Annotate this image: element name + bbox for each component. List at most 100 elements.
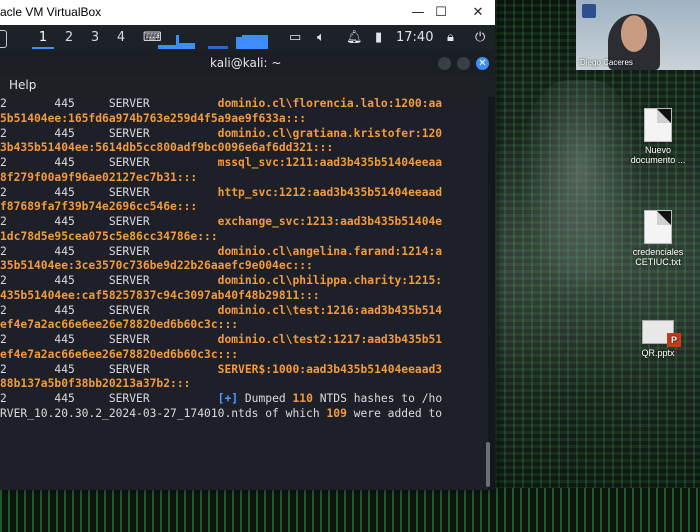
terminal-line: 35b51404ee:3ce3570c736be9d22b26aaefc9e00… (0, 259, 313, 273)
close-button[interactable]: ✕ (455, 0, 501, 25)
volume-icon[interactable]: 🔈︎ (317, 30, 325, 45)
terminal-line: ef4e7a2ac66e6ee26e78820ed6b60c3c::: (0, 348, 238, 362)
terminal-line: 2 445 SERVER dominio.cl\test:1216:aad3b4… (0, 304, 442, 318)
desktop-icon-label: credenciales CETIUC.txt (632, 247, 684, 267)
workspace-3[interactable]: 3 (84, 29, 106, 47)
dump-text: RVER_10.20.30.2_2024-03-27_174010.ntds o… (0, 406, 327, 420)
workspace-1[interactable]: 1 (32, 29, 54, 49)
terminal-titlebar[interactable]: kali@kali: ~ ✕ (0, 51, 495, 75)
dump-text: NTDS hashes to /ho (312, 392, 443, 405)
hash-text: f87689fa7f39b74e2696cc546e::: (0, 200, 198, 214)
text-document-icon (644, 108, 672, 142)
hash-text: http_svc:1212:aad3b435b51404eeaad (217, 185, 443, 199)
terminal-line: 2 445 SERVER dominio.cl\florencia.lalo:1… (0, 97, 442, 111)
terminal-line: 435b51404ee:caf58257837c94c3097ab40f48b2… (0, 289, 320, 303)
terminal-line: 8f279f00a9f96ae02127ec7b31::: (0, 171, 197, 185)
terminal-line: 2 445 SERVER mssql_svc:1211:aad3b435b514… (0, 156, 442, 170)
terminal-line: 2 445 SERVER dominio.cl\test2:1217:aad3b… (0, 333, 442, 347)
terminal-line: 2 445 SERVER SERVER$:1000:aad3b435b51404… (0, 363, 442, 377)
terminal-line: 3b435b51404ee:5614db5cc800adf9bc0096e6af… (0, 141, 333, 155)
matrix-wallpaper-bottom (0, 488, 700, 532)
added-count: 109 (326, 406, 347, 420)
hash-text: ef4e7a2ac66e6ee26e78820ed6b60c3c::: (0, 318, 239, 332)
webcam-feed: Diego Caceres (576, 0, 700, 70)
menu-help[interactable]: Help (9, 78, 36, 92)
desktop-icon-qr-pptx[interactable]: P QR.pptx (623, 320, 693, 358)
terminal-line: 2 445 SERVER exchange_svc:1213:aad3b435b… (0, 215, 442, 229)
terminal-line: 5b51404ee:165fd6a974b763e259d4f5a9ae9f63… (0, 112, 306, 126)
clock[interactable]: 17:40 (396, 30, 433, 45)
hash-text: dominio.cl\test:1216:aad3b435b514 (217, 303, 443, 317)
desktop-icon-credenciales[interactable]: credenciales CETIUC.txt (623, 210, 693, 267)
terminal-maximize-button[interactable] (457, 57, 470, 70)
terminal-line: f87689fa7f39b74e2696cc546e::: (0, 200, 197, 214)
hash-text: dominio.cl\angelina.farand:1214:a (217, 244, 443, 258)
dump-prefix: 2 445 SERVER (0, 392, 218, 405)
hash-text: dominio.cl\florencia.lalo:1200:aa (217, 97, 443, 110)
dump-count: 110 (292, 392, 313, 405)
power-icon[interactable]: ⏻ (475, 30, 485, 45)
powerpoint-file-icon: P (642, 320, 681, 347)
text-document-icon (644, 210, 672, 244)
terminal-line-prefix: 2 445 SERVER (0, 362, 218, 376)
terminal-line-prefix: 2 445 SERVER (0, 185, 218, 199)
university-logo-icon (582, 4, 596, 18)
hash-text: dominio.cl\test2:1217:aad3b435b51 (217, 333, 443, 346)
hash-text: 5b51404ee:165fd6a974b763e259d4f5a9ae9f63… (0, 111, 307, 125)
hash-text: ef4e7a2ac66e6ee26e78820ed6b60c3c::: (0, 347, 239, 361)
terminal-line-prefix: 2 445 SERVER (0, 244, 218, 258)
terminal-line-prefix: 2 445 SERVER (0, 333, 218, 346)
dump-text: were added to (346, 406, 443, 420)
workspace-2[interactable]: 2 (58, 29, 80, 47)
terminal-line: 1dc78d5e95cea075c5e86cc34786e::: (0, 230, 218, 244)
terminal-line-prefix: 2 445 SERVER (0, 274, 218, 287)
hand-silhouette (520, 80, 640, 300)
terminal-scrollbar[interactable] (486, 442, 490, 487)
monitor-icon[interactable]: ▭ (289, 30, 301, 45)
desktop-icon-label: Nuevo documento ... (630, 145, 686, 165)
hash-text: 88b137a5b0f38bb20213a37b2::: (0, 377, 191, 391)
terminal-close-button[interactable]: ✕ (476, 57, 489, 70)
hash-text: 3b435b51404ee:5614db5cc800adf9bc0096e6af… (0, 141, 334, 155)
window-title: acle VM VirtualBox (0, 5, 102, 19)
desktop-icon-label: QR.pptx (641, 348, 675, 358)
terminal-line: ef4e7a2ac66e6ee26e78820ed6b60c3c::: (0, 318, 238, 332)
hash-text: dominio.cl\gratiana.kristofer:120 (217, 126, 443, 140)
hash-text: 1dc78d5e95cea075c5e86cc34786e::: (0, 229, 218, 243)
hash-text: 8f279f00a9f96ae02127ec7b31::: (0, 170, 198, 184)
dump-summary-line-2: RVER_10.20.30.2_2024-03-27_174010.ntds o… (0, 407, 442, 421)
terminal-line: 2 445 SERVER http_svc:1212:aad3b435b5140… (0, 186, 442, 200)
terminal-line: 88b137a5b0f38bb20213a37b2::: (0, 377, 190, 391)
terminal-line-prefix: 2 445 SERVER (0, 126, 218, 140)
hash-text: exchange_svc:1213:aad3b435b51404e (217, 215, 443, 228)
terminal-line: 2 445 SERVER dominio.cl\angelina.farand:… (0, 245, 442, 259)
dump-text: Dumped (238, 392, 293, 405)
workspace-4[interactable]: 4 (110, 29, 132, 47)
terminal-line: 2 445 SERVER dominio.cl\gratiana.kristof… (0, 127, 442, 141)
virtualbox-titlebar[interactable]: acle VM VirtualBox — ☐ ✕ (0, 0, 495, 25)
kali-top-panel: 1 2 3 4 ⌨ ▭ 🔈︎ 🔔︎ ▮ 17:40 🔒︎ ⏻ (0, 25, 495, 51)
terminal-line-prefix: 2 445 SERVER (0, 156, 218, 169)
hash-text: 435b51404ee:caf58257837c94c3097ab40f48b2… (0, 288, 320, 302)
terminal-output[interactable]: 2 445 SERVER dominio.cl\florencia.lalo:1… (0, 97, 488, 490)
hash-text: SERVER$:1000:aad3b435b51404eeaad3 (217, 362, 443, 376)
virtualbox-window: acle VM VirtualBox — ☐ ✕ 1 2 3 4 ⌨ ▭ 🔈︎ … (0, 0, 495, 490)
terminal-line-prefix: 2 445 SERVER (0, 303, 218, 317)
bell-icon[interactable]: 🔔︎ (346, 30, 363, 45)
terminal-line: 2 445 SERVER dominio.cl\philippa.charity… (0, 274, 442, 288)
success-marker: [+] (217, 392, 239, 405)
terminal-line-prefix: 2 445 SERVER (0, 215, 218, 228)
app-menu-icon[interactable] (0, 30, 7, 48)
hash-text: 35b51404ee:3ce3570c736be9d22b26aaefc9e00… (0, 259, 313, 273)
desktop-icon-nuevo-documento[interactable]: Nuevo documento ... (623, 108, 693, 165)
terminal-menubar: Help (0, 75, 495, 97)
battery-icon[interactable]: ▮ (375, 30, 382, 45)
lock-icon[interactable]: 🔒︎ (447, 30, 454, 45)
terminal-minimize-button[interactable] (438, 57, 451, 70)
hash-text: dominio.cl\philippa.charity:1215: (217, 274, 443, 287)
dump-summary-line-1: 2 445 SERVER [+] Dumped 110 NTDS hashes … (0, 392, 442, 406)
participant-name: Diego Caceres (580, 58, 633, 67)
terminal-title: kali@kali: ~ (210, 56, 282, 70)
cpu-graph (158, 35, 268, 49)
hash-text: mssql_svc:1211:aad3b435b51404eeaa (217, 156, 443, 169)
